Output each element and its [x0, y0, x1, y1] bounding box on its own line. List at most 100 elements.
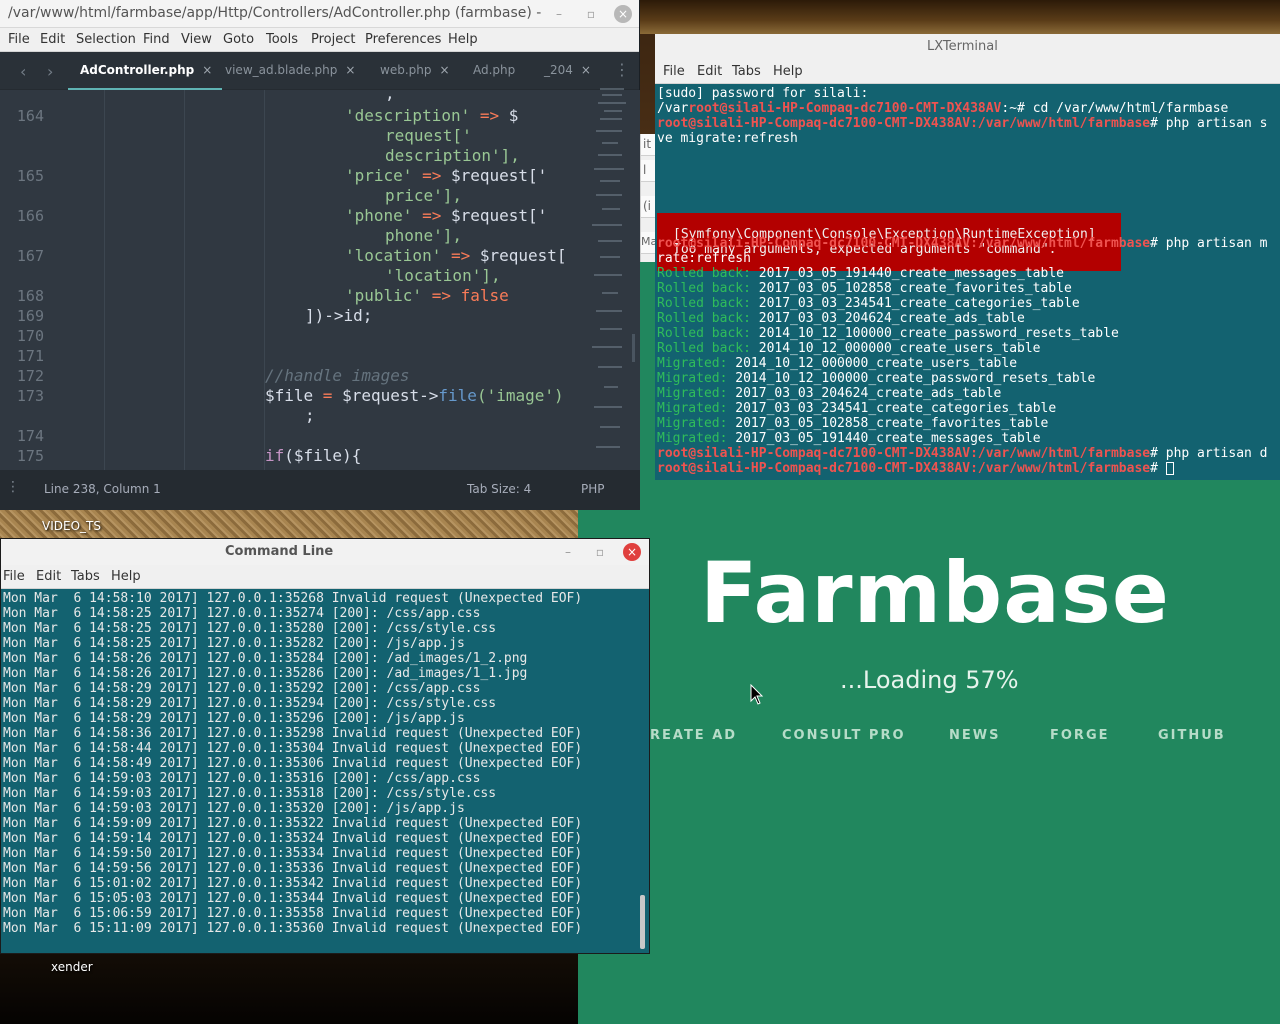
- terminal-line: Migrated: 2017_03_05_102858_create_favor…: [657, 416, 1049, 431]
- nav-link-consult-pro[interactable]: CONSULT PRO: [782, 728, 906, 743]
- nav-link-forge[interactable]: FORGE: [1050, 728, 1110, 743]
- minimize-button[interactable]: –: [550, 5, 568, 23]
- line-number: 170: [16, 327, 44, 345]
- tab-list-menu-icon[interactable]: ⋮: [614, 60, 630, 79]
- log-line: Mon Mar 6 14:59:56 2017] 127.0.0.1:35336…: [3, 861, 583, 876]
- terminal-prompt[interactable]: root@silali-HP-Compaq-dc7100-CMT-DX438AV…: [657, 461, 1174, 476]
- maximize-button[interactable]: ▫: [582, 5, 600, 23]
- menu-help[interactable]: Help: [448, 32, 478, 47]
- terminal-line: Migrated: 2014_10_12_100000_create_passw…: [657, 371, 1096, 386]
- tab-adcontroller[interactable]: AdController.php ×: [68, 52, 223, 90]
- tab-label: _204: [544, 63, 573, 77]
- menu-file[interactable]: File: [8, 32, 30, 47]
- code-line: 'location' => $request[: [345, 246, 567, 265]
- log-line: Mon Mar 6 14:58:49 2017] 127.0.0.1:35306…: [3, 756, 583, 771]
- menu-find[interactable]: Find: [143, 32, 170, 47]
- line-number: 169: [16, 307, 44, 325]
- menu-project[interactable]: Project: [311, 32, 355, 47]
- code-line: //handle images: [265, 366, 410, 385]
- tab-ad-php[interactable]: Ad.php: [473, 52, 515, 90]
- cursor-position: Line 238, Column 1: [44, 482, 161, 496]
- terminal-line: [sudo] password for silali:: [657, 86, 869, 101]
- log-line: Mon Mar 6 14:58:26 2017] 127.0.0.1:35284…: [3, 651, 528, 666]
- menu-goto[interactable]: Goto: [223, 32, 254, 47]
- nav-link-create-ad[interactable]: REATE AD: [650, 728, 737, 743]
- menu-tools[interactable]: Tools: [266, 32, 298, 47]
- menu-help[interactable]: Help: [773, 64, 803, 79]
- log-line: Mon Mar 6 14:59:14 2017] 127.0.0.1:35324…: [3, 831, 583, 846]
- line-number: 172: [16, 367, 44, 385]
- editor-scrollbar[interactable]: [632, 334, 635, 362]
- terminal-line: Rolled back: 2017_03_05_102858_create_fa…: [657, 281, 1072, 296]
- window-title: /var/www/html/farmbase/app/Http/Controll…: [8, 5, 542, 21]
- menu-bar: File Edit Tabs Help: [1, 565, 649, 589]
- maximize-button[interactable]: ▫: [591, 543, 609, 561]
- line-number: 168: [16, 287, 44, 305]
- sublime-text-window: /var/www/html/farmbase/app/Http/Controll…: [0, 0, 640, 510]
- farmbase-logo-text[interactable]: Farmbase: [700, 544, 1170, 642]
- tab-close-icon[interactable]: ×: [581, 63, 591, 77]
- terminal-line: Rolled back: 2017_03_03_204624_create_ad…: [657, 311, 1025, 326]
- terminal-line: Migrated: 2017_03_03_234541_create_categ…: [657, 401, 1057, 416]
- tab-back-icon[interactable]: ‹: [20, 62, 26, 81]
- log-line: Mon Mar 6 14:58:25 2017] 127.0.0.1:35282…: [3, 636, 465, 651]
- scrollbar-thumb[interactable]: [640, 895, 645, 949]
- nav-link-news[interactable]: NEWS: [949, 728, 1000, 743]
- menu-view[interactable]: View: [181, 32, 212, 47]
- menu-edit[interactable]: Edit: [36, 569, 61, 584]
- log-line: Mon Mar 6 14:58:36 2017] 127.0.0.1:35298…: [3, 726, 583, 741]
- syntax-mode[interactable]: PHP: [581, 482, 605, 496]
- tab-view-ad-blade[interactable]: view_ad.blade.php ×: [225, 52, 355, 90]
- log-line: Mon Mar 6 14:59:09 2017] 127.0.0.1:35322…: [3, 816, 583, 831]
- terminal-cursor: [1165, 462, 1174, 475]
- window-titlebar[interactable]: LXTerminal: [655, 34, 1280, 60]
- tab-label: view_ad.blade.php: [225, 63, 338, 77]
- minimize-button[interactable]: –: [559, 543, 577, 561]
- log-line: Mon Mar 6 14:59:03 2017] 127.0.0.1:35318…: [3, 786, 497, 801]
- menu-tabs[interactable]: Tabs: [732, 64, 761, 79]
- tab-size[interactable]: Tab Size: 4: [467, 482, 531, 496]
- menu-help[interactable]: Help: [111, 569, 141, 584]
- code-line: 'phone' => $request[': [345, 206, 548, 225]
- menu-preferences[interactable]: Preferences: [365, 32, 441, 47]
- tab-close-icon[interactable]: ×: [439, 63, 449, 77]
- log-line: Mon Mar 6 15:05:03 2017] 127.0.0.1:35344…: [3, 891, 583, 906]
- code-line: request[': [385, 126, 472, 145]
- window-titlebar[interactable]: Command Line – ▫ ×: [1, 539, 649, 565]
- tab-close-icon[interactable]: ×: [202, 63, 212, 77]
- code-line: ;: [305, 406, 315, 425]
- code-line: 'description' => $: [345, 106, 519, 125]
- log-line: Mon Mar 6 14:58:25 2017] 127.0.0.1:35274…: [3, 606, 481, 621]
- close-button[interactable]: ×: [623, 543, 641, 561]
- desktop-icon-xender[interactable]: xender: [51, 960, 93, 974]
- menu-tabs[interactable]: Tabs: [71, 569, 100, 584]
- tab-forward-icon[interactable]: ›: [47, 62, 53, 81]
- server-log-output[interactable]: Mon Mar 6 14:58:10 2017] 127.0.0.1:35268…: [1, 589, 637, 953]
- panel-toggle-icon[interactable]: ⋮: [6, 479, 20, 495]
- log-line: Mon Mar 6 15:11:09 2017] 127.0.0.1:35360…: [3, 921, 583, 936]
- menu-edit[interactable]: Edit: [697, 64, 722, 79]
- window-titlebar[interactable]: /var/www/html/farmbase/app/Http/Controll…: [0, 0, 639, 28]
- line-number: 165: [16, 167, 44, 185]
- menu-selection[interactable]: Selection: [76, 32, 136, 47]
- minimap[interactable]: [584, 84, 635, 470]
- tab-web-php[interactable]: web.php ×: [380, 52, 450, 90]
- terminal-output[interactable]: [sudo] password for silali: /varroot@sil…: [655, 86, 1280, 480]
- log-line: Mon Mar 6 14:58:29 2017] 127.0.0.1:35294…: [3, 696, 497, 711]
- desktop-icon-video-ts[interactable]: VIDEO_TS: [42, 519, 101, 533]
- terminal-line: Rolled back: 2017_03_03_234541_create_ca…: [657, 296, 1080, 311]
- nav-link-github[interactable]: GITHUB: [1158, 728, 1226, 743]
- code-editor[interactable]: 164 165 166 167 168 169 170 171 172 173 …: [0, 90, 640, 470]
- log-line: Mon Mar 6 14:58:29 2017] 127.0.0.1:35296…: [3, 711, 465, 726]
- menu-file[interactable]: File: [663, 64, 685, 79]
- farmbase-page: Farmbase ...Loading 57% REATE AD CONSULT…: [578, 480, 1280, 1024]
- log-line: Mon Mar 6 14:59:03 2017] 127.0.0.1:35316…: [3, 771, 481, 786]
- tab-close-icon[interactable]: ×: [345, 63, 355, 77]
- log-line: Mon Mar 6 14:58:10 2017] 127.0.0.1:35268…: [3, 591, 583, 606]
- terminal-line: root@silali-HP-Compaq-dc7100-CMT-DX438AV…: [657, 116, 1268, 131]
- log-line: Mon Mar 6 15:06:59 2017] 127.0.0.1:35358…: [3, 906, 583, 921]
- close-button[interactable]: ×: [614, 5, 632, 23]
- menu-file[interactable]: File: [3, 569, 25, 584]
- menu-edit[interactable]: Edit: [40, 32, 65, 47]
- tab-label: web.php: [380, 63, 432, 77]
